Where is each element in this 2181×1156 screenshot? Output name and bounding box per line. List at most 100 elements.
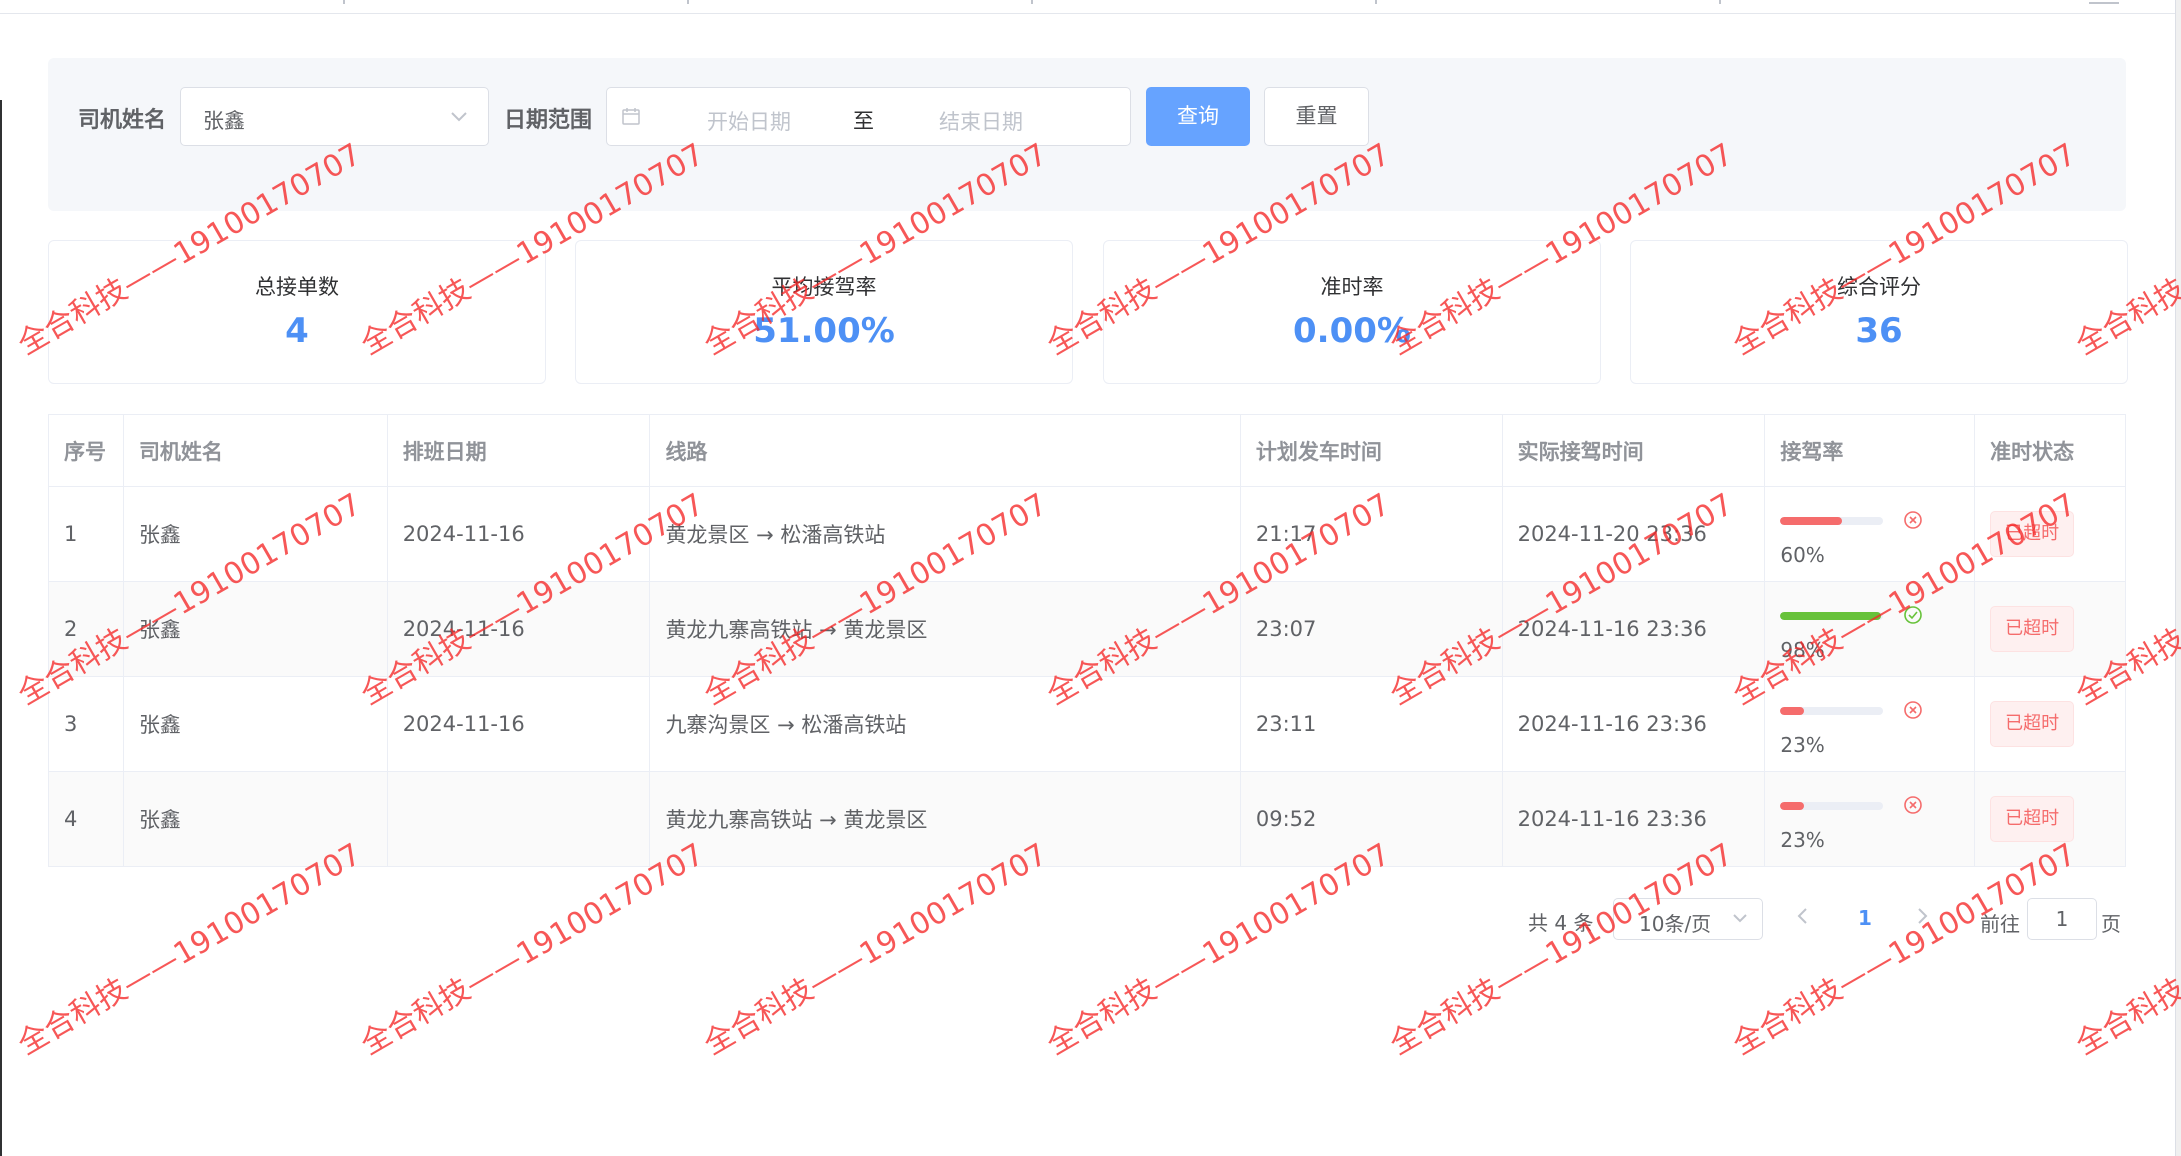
stat-title: 准时率	[1320, 275, 1384, 299]
chevron-down-icon	[450, 104, 468, 134]
nav-divider	[1375, 0, 1377, 4]
date-range-picker[interactable]: 开始日期 至 结束日期	[606, 87, 1131, 146]
cell-planned-time: 21:17	[1241, 487, 1503, 581]
nav-divider	[687, 0, 689, 4]
stat-value: 0.00%	[1293, 311, 1411, 351]
cell-date: 2024-11-16	[388, 582, 651, 676]
cell-planned-time: 09:52	[1241, 772, 1503, 866]
nav-divider	[343, 0, 345, 4]
cell-status: 已超时	[1975, 487, 2125, 581]
circle-check-icon	[1904, 606, 1923, 624]
cell-index: 3	[49, 677, 124, 771]
query-button[interactable]: 查询	[1146, 87, 1250, 146]
progress-fill	[1780, 802, 1805, 810]
chevron-down-icon	[1732, 907, 1748, 934]
driver-select-value: 张鑫	[203, 109, 245, 133]
circle-close-icon	[1904, 796, 1923, 814]
progress-fill	[1780, 517, 1843, 525]
col-header-driver: 司机姓名	[124, 415, 388, 486]
cell-status: 已超时	[1975, 772, 2125, 866]
progress-track	[1780, 612, 1884, 620]
status-badge: 已超时	[1990, 701, 2075, 747]
circle-close-icon	[1904, 511, 1923, 529]
cell-date: 2024-11-16	[388, 677, 651, 771]
start-date-input[interactable]: 开始日期	[707, 106, 791, 136]
stat-title: 平均接驾率	[771, 275, 877, 299]
reset-button[interactable]: 重置	[1264, 87, 1369, 146]
cell-route: 黄龙九寨高铁站 → 黄龙景区	[650, 772, 1241, 866]
chevron-right-icon[interactable]	[1915, 904, 1929, 934]
cell-actual-time: 2024-11-20 23:36	[1503, 487, 1766, 581]
nav-divider	[1719, 0, 1721, 4]
goto-page-input[interactable]	[2027, 898, 2097, 940]
stat-card-total-orders: 总接单数 4	[48, 240, 546, 384]
table-row[interactable]: 2 张鑫 2024-11-16 黄龙九寨高铁站 → 黄龙景区 23:07 202…	[49, 582, 2125, 677]
cell-driver: 张鑫	[124, 487, 388, 581]
progress-fill	[1780, 612, 1882, 620]
cell-route: 九寨沟景区 → 松潘高铁站	[650, 677, 1241, 771]
pagination-total: 共 4 条	[1528, 911, 1594, 935]
cell-actual-time: 2024-11-16 23:36	[1503, 582, 1766, 676]
calendar-icon	[622, 108, 640, 125]
date-range-label: 日期范围	[504, 108, 593, 133]
cell-date	[388, 772, 651, 866]
page: 司机姓名 张鑫 日期范围 开始日期 至 结束日期 查询 重置 总接单数 4 平均…	[0, 0, 2181, 1156]
col-header-pickup-rate: 接驾率	[1765, 415, 1976, 486]
scrollbar[interactable]	[2175, 0, 2181, 1156]
table-row[interactable]: 1 张鑫 2024-11-16 黄龙景区 → 松潘高铁站 21:17 2024-…	[49, 487, 2125, 582]
table-row[interactable]: 3 张鑫 2024-11-16 九寨沟景区 → 松潘高铁站 23:11 2024…	[49, 677, 2125, 772]
cell-index: 1	[49, 487, 124, 581]
progress-text: 98%	[1780, 638, 1825, 662]
cell-index: 4	[49, 772, 124, 866]
stat-title: 综合评分	[1837, 275, 1921, 299]
cell-driver: 张鑫	[124, 772, 388, 866]
circle-close-icon	[1904, 701, 1923, 719]
col-header-on-time-status: 准时状态	[1990, 439, 2075, 464]
stat-value: 4	[285, 311, 309, 351]
cell-driver: 张鑫	[124, 582, 388, 676]
col-header-index: 序号	[49, 415, 124, 486]
table-header: 序号 司机姓名 排班日期 线路 计划发车时间 实际接驾时间 接驾率 准时状态	[49, 415, 2125, 487]
page-number[interactable]: 1	[1858, 906, 1872, 930]
cell-driver: 张鑫	[124, 677, 388, 771]
status-badge: 已超时	[1990, 606, 2075, 652]
left-border	[0, 100, 2, 1156]
stat-card-on-time-rate: 准时率 0.00%	[1103, 240, 1601, 384]
progress-track	[1780, 802, 1884, 810]
page-size-select[interactable]: 10条/页	[1613, 898, 1763, 940]
col-header-actual-time: 实际接驾时间	[1503, 415, 1766, 486]
goto-unit: 页	[2101, 912, 2121, 936]
cell-route: 黄龙景区 → 松潘高铁站	[650, 487, 1241, 581]
cell-date: 2024-11-16	[388, 487, 651, 581]
cell-status: 已超时	[1975, 677, 2125, 771]
page-size-value: 10条/页	[1639, 912, 1712, 936]
date-separator: 至	[853, 109, 874, 133]
stat-card-overall-score: 综合评分 36	[1630, 240, 2128, 384]
driver-select[interactable]: 张鑫	[180, 87, 489, 146]
driver-label: 司机姓名	[78, 108, 167, 133]
cell-actual-time: 2024-11-16 23:36	[1503, 772, 1766, 866]
status-badge: 已超时	[1990, 796, 2075, 842]
col-header-planned-time: 计划发车时间	[1241, 415, 1503, 486]
end-date-input[interactable]: 结束日期	[939, 106, 1023, 136]
stat-card-avg-pickup-rate: 平均接驾率 51.00%	[575, 240, 1073, 384]
cell-index: 2	[49, 582, 124, 676]
cell-route: 黄龙九寨高铁站 → 黄龙景区	[650, 582, 1241, 676]
progress-text: 23%	[1780, 828, 1825, 852]
progress-track	[1780, 707, 1884, 715]
cell-actual-time: 2024-11-16 23:36	[1503, 677, 1766, 771]
cell-planned-time: 23:11	[1241, 677, 1503, 771]
goto-label: 前往	[1980, 912, 2020, 936]
top-nav-strip	[0, 0, 2181, 14]
schedule-table: 序号 司机姓名 排班日期 线路 计划发车时间 实际接驾时间 接驾率 准时状态 1…	[48, 414, 2126, 867]
cell-pickup-rate: 23%	[1765, 677, 1976, 771]
cell-pickup-rate: 23%	[1765, 772, 1976, 866]
menu-icon[interactable]	[2089, 0, 2119, 4]
table-row[interactable]: 4 张鑫 黄龙九寨高铁站 → 黄龙景区 09:52 2024-11-16 23:…	[49, 772, 2125, 867]
cell-status: 已超时	[1975, 582, 2125, 676]
col-header-route: 线路	[650, 415, 1241, 486]
chevron-left-icon[interactable]	[1796, 904, 1810, 934]
stat-title: 总接单数	[255, 275, 339, 299]
cell-pickup-rate: 60%	[1765, 487, 1976, 581]
progress-track	[1780, 517, 1884, 525]
